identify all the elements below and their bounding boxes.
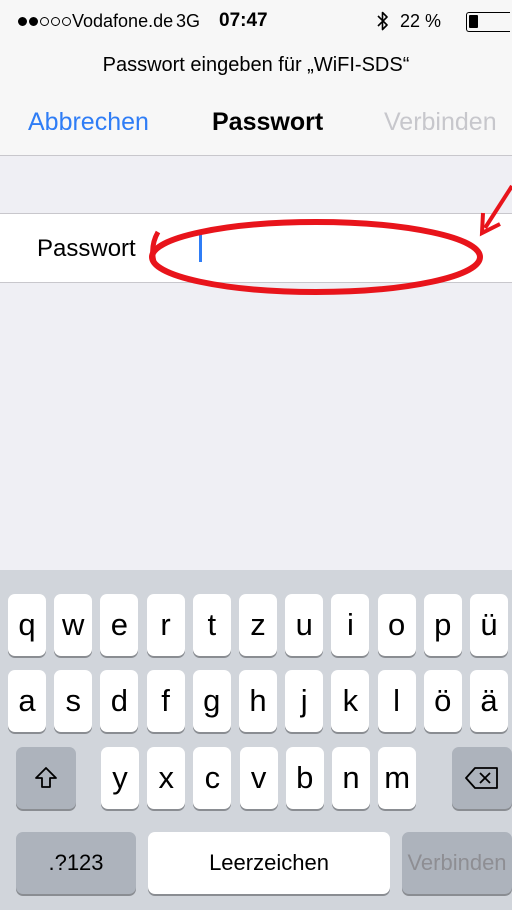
key-b[interactable]: b	[285, 747, 324, 809]
delete-key[interactable]	[452, 747, 512, 809]
key-p[interactable]: p	[423, 594, 462, 656]
key-i[interactable]: i	[331, 594, 370, 656]
password-label: Passwort	[37, 235, 136, 262]
status-bar: Vodafone.de 3G 07:47 22 %	[0, 0, 512, 44]
battery-fill	[469, 15, 478, 28]
page-title: Passwort	[212, 108, 324, 136]
key-f[interactable]: f	[146, 670, 185, 732]
carrier-name: Vodafone.de	[72, 11, 174, 31]
network-type: 3G	[176, 11, 201, 31]
battery-percentage: 22 %	[400, 11, 442, 31]
key-x[interactable]: x	[147, 747, 186, 809]
key-j[interactable]: j	[285, 670, 324, 732]
key-z[interactable]: z	[239, 594, 277, 656]
key-s[interactable]: s	[54, 670, 93, 732]
key-e[interactable]: e	[100, 594, 139, 656]
key-w[interactable]: w	[54, 594, 93, 656]
key-n[interactable]: n	[332, 747, 370, 809]
space-key[interactable]: Leerzeichen	[148, 832, 390, 894]
network-prompt: Passwort eingeben für „WiFI-SDS“	[102, 54, 410, 76]
key-ö[interactable]: ö	[423, 670, 462, 732]
numbers-key[interactable]: .?123	[16, 832, 136, 894]
bluetooth-icon	[377, 11, 388, 31]
key-u[interactable]: u	[285, 594, 324, 656]
signal-dots-icon	[18, 15, 71, 27]
key-t[interactable]: t	[192, 594, 231, 656]
key-v[interactable]: v	[239, 747, 278, 809]
signal-dot	[18, 16, 27, 26]
signal-dot	[40, 16, 49, 26]
shift-icon	[35, 767, 57, 788]
key-y[interactable]: y	[101, 747, 139, 809]
key-g[interactable]: g	[192, 670, 231, 732]
key-d[interactable]: d	[100, 670, 139, 732]
password-input[interactable]	[186, 226, 490, 272]
keyboard: qwertzuiopü asdfghjklöä yxcvbnm .?123 Le…	[0, 570, 512, 910]
battery-icon	[466, 12, 510, 32]
clock: 07:47	[219, 10, 268, 31]
key-c[interactable]: c	[193, 747, 232, 809]
connect-button[interactable]: Verbinden	[384, 108, 497, 137]
cancel-button[interactable]: Abbrechen	[28, 108, 149, 137]
navigation-bar: Abbrechen Passwort Verbinden	[0, 96, 512, 156]
key-k[interactable]: k	[331, 670, 370, 732]
shift-key[interactable]	[16, 747, 76, 809]
signal-dot	[29, 16, 38, 26]
key-ü[interactable]: ü	[470, 594, 508, 656]
text-cursor	[199, 232, 202, 262]
key-l[interactable]: l	[377, 670, 416, 732]
prompt-bar: Passwort eingeben für „WiFI-SDS“	[0, 44, 512, 96]
key-r[interactable]: r	[146, 594, 185, 656]
delete-icon	[465, 767, 498, 789]
key-m[interactable]: m	[378, 747, 417, 809]
signal-dot	[62, 16, 71, 26]
key-ä[interactable]: ä	[470, 670, 508, 732]
key-o[interactable]: o	[377, 594, 416, 656]
key-h[interactable]: h	[239, 670, 277, 732]
return-connect-key[interactable]: Verbinden	[402, 832, 512, 894]
key-q[interactable]: q	[8, 594, 46, 656]
signal-dot	[51, 16, 60, 26]
key-a[interactable]: a	[8, 670, 46, 732]
password-row[interactable]: Passwort	[0, 213, 512, 283]
